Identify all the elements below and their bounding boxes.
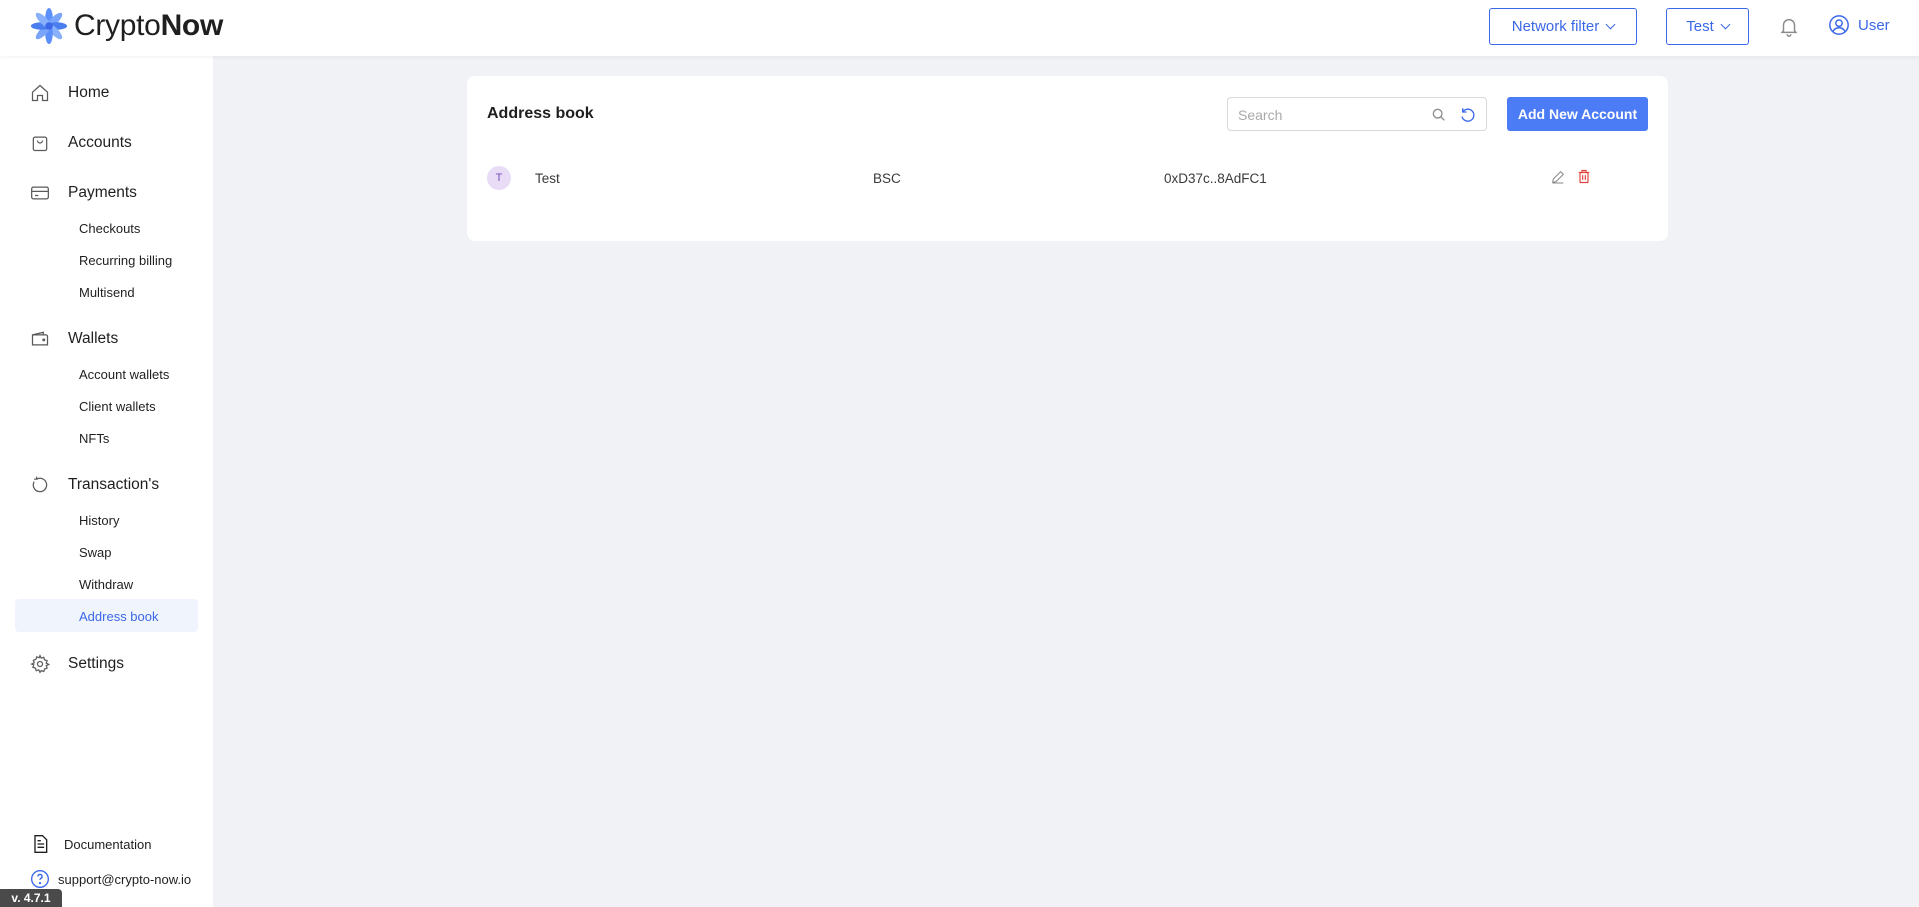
account-network: BSC — [873, 171, 901, 186]
documentation-label: Documentation — [64, 836, 152, 852]
sidebar: Home Accounts Payments Checkouts Recurri… — [0, 56, 213, 907]
sidebar-item-wallets[interactable]: Wallets — [30, 329, 118, 349]
version-badge: v. 4.7.1 — [0, 889, 62, 907]
sidebar-item-label: Wallets — [68, 330, 119, 347]
wallet-icon — [31, 331, 49, 346]
network-filter-dropdown[interactable]: Network filter — [1489, 8, 1637, 45]
support-email-link[interactable]: support@crypto-now.io — [30, 869, 191, 889]
sidebar-item-swap[interactable]: Swap — [79, 545, 112, 560]
sidebar-item-home[interactable]: Home — [30, 83, 109, 103]
sidebar-item-nfts[interactable]: NFTs — [79, 431, 109, 446]
documentation-link[interactable]: Documentation — [30, 834, 151, 854]
sidebar-item-label: Accounts — [68, 134, 132, 151]
chevron-down-icon — [1720, 19, 1731, 30]
sidebar-item-address-book[interactable]: Address book — [79, 609, 159, 624]
sidebar-item-history[interactable]: History — [79, 513, 119, 528]
sidebar-item-label: Payments — [68, 184, 137, 201]
shopping-bag-icon — [32, 136, 48, 152]
document-icon — [34, 835, 48, 853]
sidebar-item-label: Transaction's — [68, 476, 160, 493]
sidebar-item-settings[interactable]: Settings — [30, 654, 124, 674]
trash-icon[interactable] — [1576, 168, 1592, 185]
edit-pencil-icon[interactable] — [1550, 169, 1566, 185]
history-icon — [32, 476, 48, 493]
sidebar-item-label: Home — [68, 84, 110, 101]
logo-text: CryptoNow — [74, 9, 223, 42]
search-icon[interactable] — [1431, 107, 1447, 123]
search-box — [1227, 97, 1487, 131]
refresh-icon[interactable] — [1459, 106, 1477, 124]
sidebar-item-account-wallets[interactable]: Account wallets — [79, 367, 169, 382]
home-icon — [31, 84, 49, 102]
sidebar-item-transactions[interactable]: Transaction's — [30, 475, 159, 495]
top-header: CryptoNow Network filter Test User — [0, 0, 1919, 56]
chevron-down-icon — [1605, 19, 1616, 30]
bell-icon[interactable] — [1778, 15, 1800, 37]
credit-card-icon — [31, 186, 49, 200]
network-filter-label: Network filter — [1511, 18, 1600, 35]
account-name: Test — [535, 171, 560, 186]
add-new-account-button[interactable]: Add New Account — [1507, 97, 1648, 131]
sidebar-item-label: Settings — [68, 655, 125, 672]
avatar: T — [487, 166, 511, 190]
user-label: User — [1858, 16, 1890, 34]
sidebar-item-multisend[interactable]: Multisend — [79, 285, 135, 300]
logo[interactable]: CryptoNow — [30, 6, 223, 46]
table-row: T Test BSC 0xD37c..8AdFC1 — [467, 159, 1668, 199]
account-selector-label: Test — [1686, 18, 1714, 35]
sidebar-item-accounts[interactable]: Accounts — [30, 133, 132, 153]
address-book-card: Address book Add New Account T Test BSC … — [467, 76, 1668, 241]
page-title: Address book — [487, 105, 594, 122]
user-menu[interactable]: User — [1828, 14, 1890, 36]
account-selector-dropdown[interactable]: Test — [1666, 8, 1749, 45]
support-email-label: support@crypto-now.io — [58, 871, 192, 887]
user-avatar-icon — [1829, 15, 1849, 35]
logo-flower-icon — [30, 7, 68, 45]
sidebar-item-checkouts[interactable]: Checkouts — [79, 221, 140, 236]
sidebar-item-client-wallets[interactable]: Client wallets — [79, 399, 156, 414]
sidebar-item-recurring-billing[interactable]: Recurring billing — [79, 253, 172, 268]
sidebar-item-payments[interactable]: Payments — [30, 183, 137, 203]
gear-icon — [30, 654, 50, 674]
sidebar-item-withdraw[interactable]: Withdraw — [79, 577, 133, 592]
search-input[interactable] — [1238, 104, 1428, 126]
account-address: 0xD37c..8AdFC1 — [1164, 171, 1267, 186]
help-circle-icon — [31, 870, 49, 888]
